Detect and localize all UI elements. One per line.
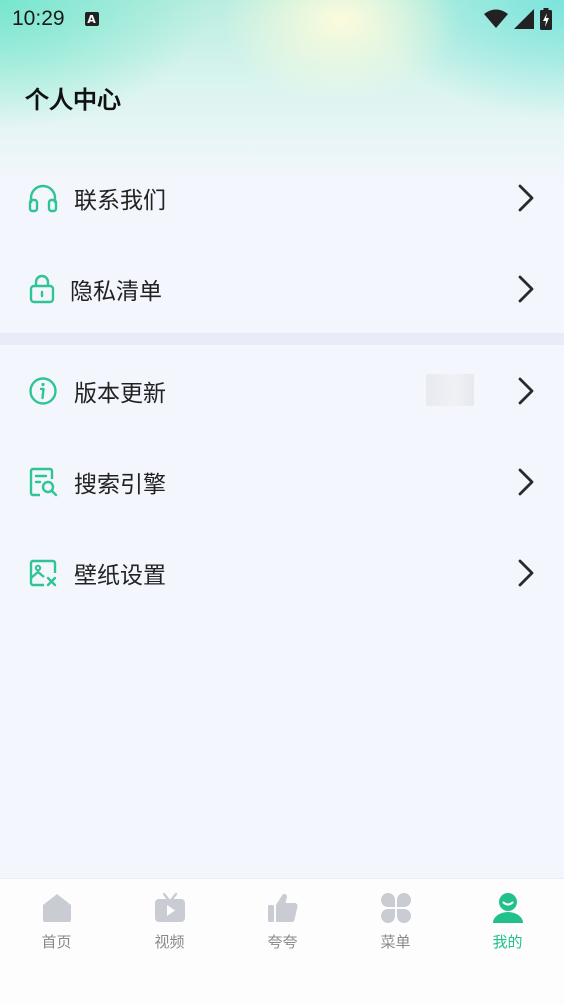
chevron-right-icon bbox=[518, 275, 534, 302]
section-divider bbox=[0, 333, 564, 345]
menu-item-search-engine[interactable]: 搜索引擎 bbox=[0, 436, 564, 527]
chevron-right-icon bbox=[518, 184, 534, 211]
tab-label: 视频 bbox=[154, 933, 185, 951]
page-title: 个人中心 bbox=[25, 86, 121, 114]
menu-item-version-update[interactable]: 版本更新 bbox=[0, 345, 564, 436]
tab-home[interactable]: 首页 bbox=[0, 891, 113, 961]
tab-menu[interactable]: 菜单 bbox=[339, 891, 452, 961]
menu-group-2: 版本更新 搜索引擎 壁纸设置 bbox=[0, 345, 564, 618]
menu-item-label: 版本更新 bbox=[74, 380, 166, 407]
grid-icon bbox=[380, 893, 411, 923]
menu-group-1: 联系我们 隐私清单 bbox=[0, 152, 564, 334]
menu-item-label: 联系我们 bbox=[74, 187, 166, 214]
headset-icon bbox=[28, 184, 58, 212]
search-doc-icon bbox=[29, 467, 58, 496]
home-icon bbox=[42, 894, 71, 922]
lock-icon bbox=[29, 274, 55, 303]
menu-item-label: 搜索引擎 bbox=[74, 471, 166, 498]
menu-item-label: 壁纸设置 bbox=[74, 562, 166, 589]
chevron-right-icon bbox=[518, 377, 534, 404]
tab-label: 夸夸 bbox=[267, 933, 298, 951]
wallpaper-icon bbox=[29, 559, 57, 586]
signal-icon bbox=[514, 9, 534, 29]
tab-video[interactable]: 视频 bbox=[113, 891, 226, 961]
menu-item-privacy-list[interactable]: 隐私清单 bbox=[0, 243, 564, 334]
battery-icon bbox=[540, 8, 552, 30]
status-time: 10:29 bbox=[12, 7, 65, 30]
tv-icon bbox=[154, 892, 185, 922]
tab-label: 我的 bbox=[492, 933, 523, 951]
tab-praise[interactable]: 夸夸 bbox=[226, 891, 339, 961]
thumbs-up-icon bbox=[267, 893, 298, 923]
menu-item-contact-us[interactable]: 联系我们 bbox=[0, 152, 564, 243]
status-bar: 10:29 A bbox=[0, 0, 564, 38]
user-icon bbox=[492, 893, 523, 923]
menu-item-wallpaper-settings[interactable]: 壁纸设置 bbox=[0, 527, 564, 618]
chevron-right-icon bbox=[518, 468, 534, 495]
chevron-right-icon bbox=[518, 559, 534, 586]
menu-item-label: 隐私清单 bbox=[70, 278, 162, 305]
wifi-icon bbox=[484, 9, 508, 28]
tab-label: 首页 bbox=[41, 933, 72, 951]
version-value-chip bbox=[426, 374, 474, 406]
bottom-tab-bar: 首页 视频 夸夸 菜单 我的 bbox=[0, 878, 564, 1005]
tab-mine[interactable]: 我的 bbox=[451, 891, 564, 961]
tab-label: 菜单 bbox=[380, 933, 411, 951]
notification-a-icon: A bbox=[84, 12, 99, 26]
info-icon bbox=[29, 376, 57, 405]
